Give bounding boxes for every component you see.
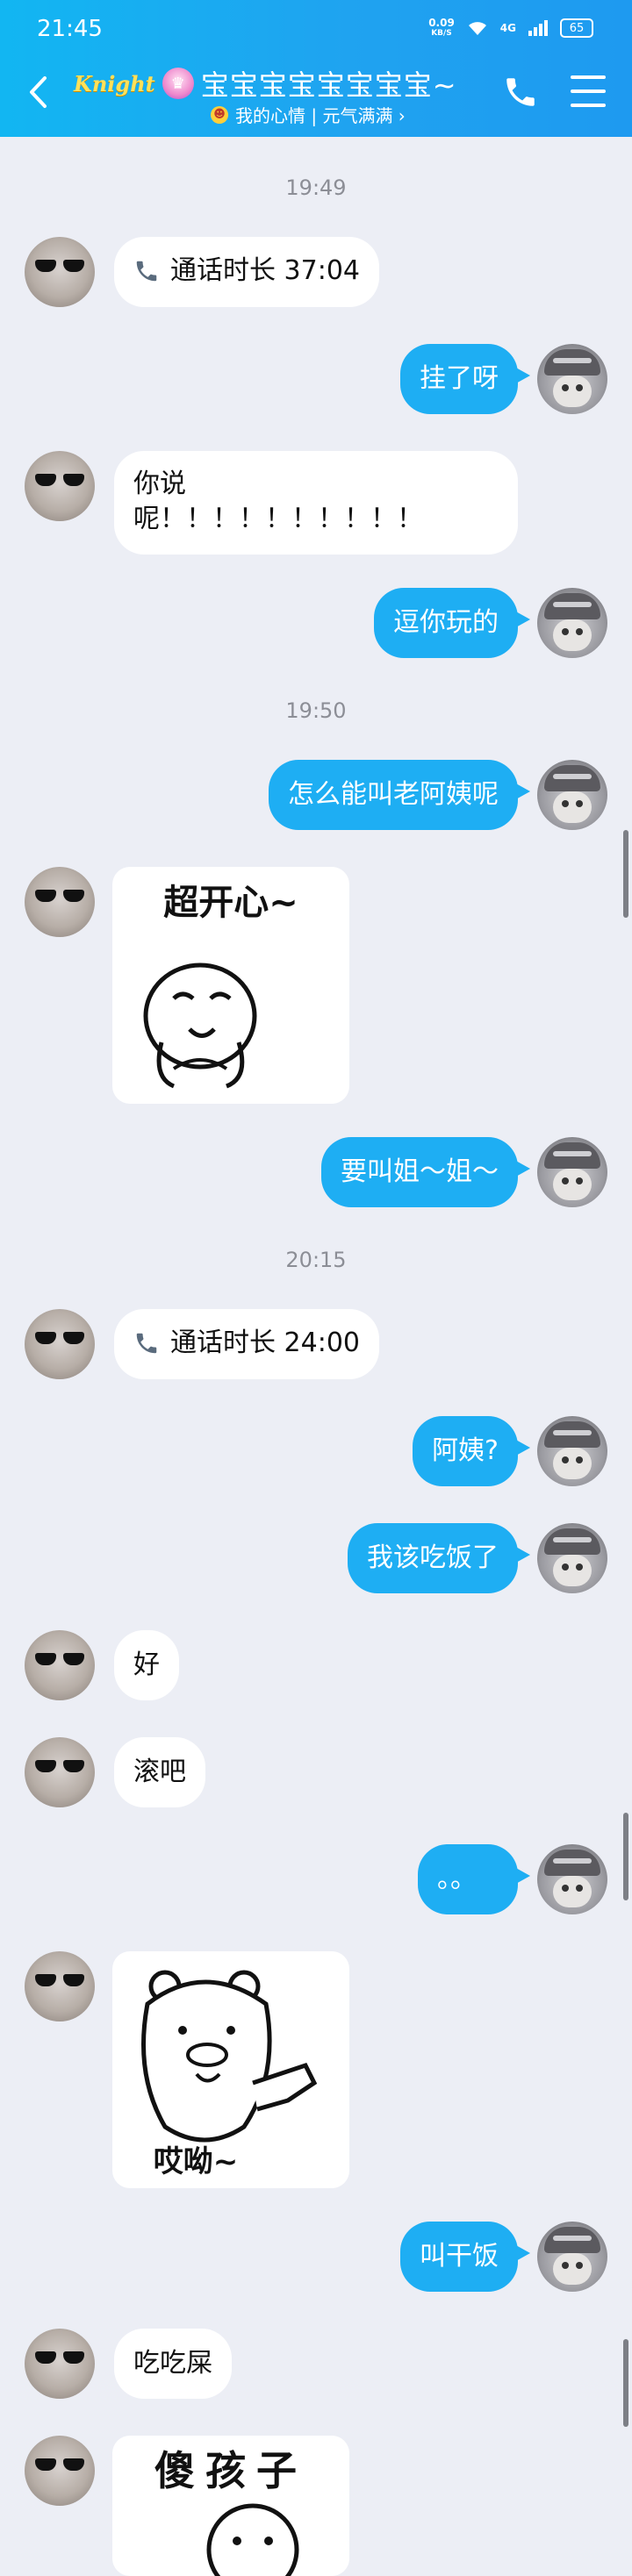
message-bubble[interactable]: 滚吧 bbox=[114, 1737, 205, 1807]
my-avatar[interactable] bbox=[537, 1844, 607, 1914]
phone-call-icon bbox=[136, 261, 157, 282]
sticker-caption: 哎呦~ bbox=[153, 2144, 239, 2179]
sticker-message[interactable]: 哎呦~ bbox=[112, 1951, 349, 2188]
message-line: 你说 bbox=[133, 469, 186, 499]
friend-avatar[interactable] bbox=[25, 1951, 95, 2021]
friend-avatar[interactable] bbox=[25, 237, 95, 307]
message-bubble[interactable]: 叫干饭 bbox=[400, 2222, 530, 2292]
signal-type-label: 4G bbox=[499, 22, 516, 34]
phone-icon bbox=[506, 78, 535, 106]
message-bubble[interactable]: 挂了呀 bbox=[400, 344, 530, 414]
message-bubble[interactable]: 好 bbox=[114, 1630, 179, 1700]
sticker-message[interactable]: 超开心~ bbox=[112, 867, 349, 1104]
hamburger-icon bbox=[571, 75, 606, 79]
scrollbar-thumb[interactable] bbox=[623, 2339, 628, 2427]
chevron-left-icon bbox=[30, 76, 47, 108]
mood-emoji-icon: ☻ bbox=[211, 105, 228, 124]
friend-avatar[interactable] bbox=[25, 867, 95, 937]
my-avatar[interactable] bbox=[537, 1137, 607, 1207]
chat-title[interactable]: Knight ♛ 宝宝宝宝宝宝宝宝~ bbox=[74, 63, 457, 104]
my-avatar[interactable] bbox=[537, 760, 607, 830]
my-avatar[interactable] bbox=[537, 2222, 607, 2292]
friend-avatar[interactable] bbox=[25, 1309, 95, 1379]
message-bubble[interactable]: 要叫姐～姐～ bbox=[321, 1137, 530, 1207]
friend-avatar[interactable] bbox=[25, 451, 95, 521]
back-button[interactable] bbox=[23, 70, 53, 114]
message-bubble[interactable]: 我该吃饭了 bbox=[348, 1523, 530, 1593]
battery-icon: 65 bbox=[560, 18, 593, 38]
knight-badge: Knight bbox=[74, 70, 155, 97]
status-icons: 0.09 KB/S 4G 65 bbox=[428, 18, 593, 39]
phone-call-icon bbox=[136, 1333, 157, 1354]
my-avatar[interactable] bbox=[537, 588, 607, 658]
message-line: 呢！！！！！！！！！！ bbox=[133, 504, 423, 534]
mood-text: 我的心情 | 元气满满 › bbox=[235, 105, 406, 126]
message-bubble[interactable]: 。。 bbox=[418, 1844, 530, 1914]
status-time: 21:45 bbox=[37, 16, 103, 42]
crown-icon: ♛ bbox=[162, 68, 194, 99]
message-bubble[interactable]: 你说 呢！！！！！！！！！！ bbox=[114, 451, 518, 555]
menu-button[interactable] bbox=[571, 75, 606, 107]
happy-face-sticker-icon bbox=[143, 962, 257, 1089]
friend-avatar[interactable] bbox=[25, 2329, 95, 2399]
chat-header: 21:45 0.09 KB/S 4G 65 Knight ♛ 宝宝宝宝宝宝宝宝~… bbox=[0, 0, 632, 137]
friend-avatar[interactable] bbox=[25, 2436, 95, 2506]
contact-name: 宝宝宝宝宝宝宝宝~ bbox=[200, 68, 457, 102]
message-list[interactable]: 19:49 通话时长 37:04 挂了呀 你说 呢！！！！！！！！！！ 逗你玩的… bbox=[0, 137, 632, 2576]
mood-status[interactable]: ☻ 我的心情 | 元气满满 › bbox=[211, 102, 406, 127]
signal-icon bbox=[528, 20, 548, 36]
wifi-icon bbox=[468, 22, 486, 35]
message-bubble[interactable]: 阿姨? bbox=[413, 1416, 530, 1486]
scrollbar-thumb[interactable] bbox=[623, 830, 628, 918]
scrollbar-thumb[interactable] bbox=[623, 1813, 628, 1900]
call-record-bubble[interactable]: 通话时长 24:00 bbox=[114, 1309, 379, 1379]
friend-avatar[interactable] bbox=[25, 1630, 95, 1700]
timestamp: 19:50 bbox=[285, 698, 347, 723]
my-avatar[interactable] bbox=[537, 1523, 607, 1593]
my-avatar[interactable] bbox=[537, 1416, 607, 1486]
timestamp: 20:15 bbox=[285, 1248, 347, 1272]
message-bubble[interactable]: 吃吃屎 bbox=[114, 2329, 232, 2399]
friend-avatar[interactable] bbox=[25, 1737, 95, 1807]
face-sticker-icon bbox=[206, 2503, 299, 2576]
message-bubble[interactable]: 怎么能叫老阿姨呢 bbox=[269, 760, 530, 830]
my-avatar[interactable] bbox=[537, 344, 607, 414]
call-duration: 通话时长 24:00 bbox=[170, 1327, 360, 1358]
voice-call-button[interactable] bbox=[502, 74, 539, 111]
sticker-message[interactable]: 傻孩子 bbox=[112, 2436, 349, 2576]
timestamp: 19:49 bbox=[285, 175, 347, 200]
message-bubble[interactable]: 逗你玩的 bbox=[374, 588, 530, 658]
call-duration: 通话时长 37:04 bbox=[170, 255, 360, 286]
call-record-bubble[interactable]: 通话时长 37:04 bbox=[114, 237, 379, 307]
network-speed: 0.09 KB/S bbox=[428, 17, 455, 38]
